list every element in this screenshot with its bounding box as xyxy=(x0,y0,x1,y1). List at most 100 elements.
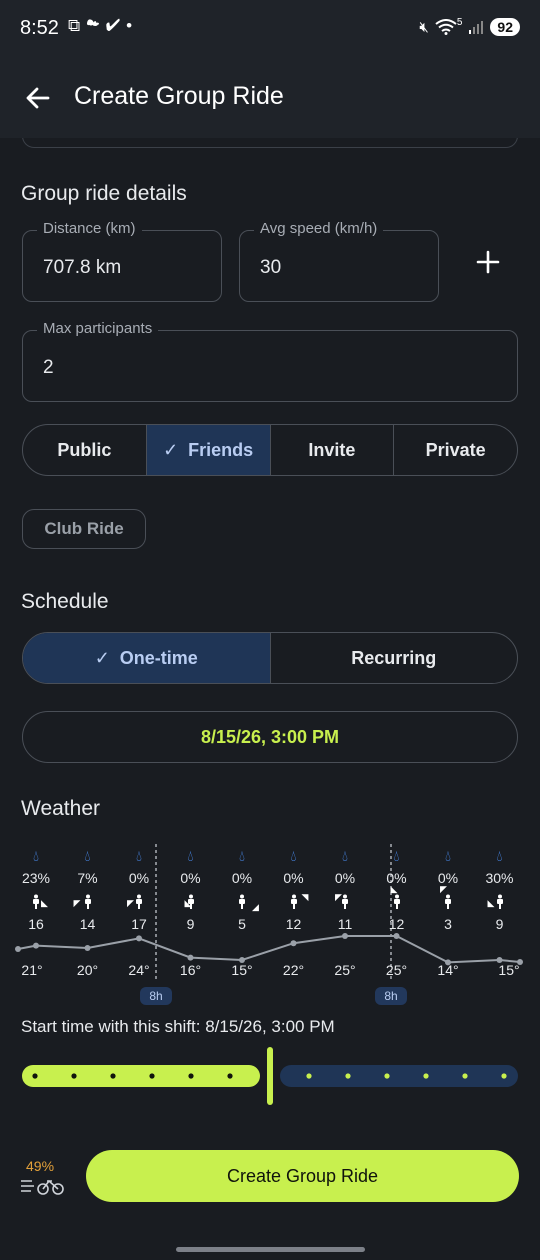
status-left-icons: ⧉☁✔• xyxy=(68,16,138,36)
shift-text: Start time with this shift: 8/15/26, 3:0… xyxy=(21,1017,335,1036)
rain-drop-icon: 💧︎ xyxy=(84,848,91,865)
precip-value: 0% xyxy=(180,870,201,886)
visibility-invite-option[interactable]: Invite xyxy=(271,425,395,475)
wind-direction-icon: ◣ xyxy=(41,898,48,908)
avg-speed-label: Avg speed (km/h) xyxy=(254,220,384,237)
weather-hour-column: 💧︎ 7% ◤ 14 xyxy=(63,848,113,932)
cyclist-icon: ◤ xyxy=(423,884,473,912)
avg-speed-value: 30 xyxy=(260,257,282,278)
weather-section-title: Weather xyxy=(21,797,100,820)
temperature-value: 24° xyxy=(128,962,150,978)
schedule-recurring-option[interactable]: Recurring xyxy=(271,633,518,683)
wind-speed-value: 9 xyxy=(186,916,195,932)
bottom-bar: 49% Create Group Ride xyxy=(0,1140,540,1220)
mute-icon: 🔇︎ xyxy=(419,18,429,36)
datetime-picker-button[interactable]: 8/15/26, 3:00 PM xyxy=(22,711,518,763)
back-arrow-icon[interactable] xyxy=(20,80,56,116)
slider-tick xyxy=(345,1073,351,1079)
weather-strip[interactable]: 💧︎ 23% ◣ 16 21° 💧︎ 7% ◤ 14 20° 💧︎ 0% ◤ 17 24° 💧︎ 0% ◣ 9 16°… xyxy=(0,840,540,1010)
temperature-value: 20° xyxy=(76,962,99,978)
precip-value: 0% xyxy=(128,870,150,886)
slider-tick xyxy=(110,1073,116,1079)
temperature-value: 15° xyxy=(231,962,253,978)
temperature-point xyxy=(136,935,142,942)
wind-direction-icon: ◣ xyxy=(390,884,398,894)
slider-active-track xyxy=(22,1065,260,1087)
rain-drop-icon: 💧︎ xyxy=(290,848,297,865)
slider-tick xyxy=(32,1073,38,1079)
wind-direction-icon: ◤ xyxy=(440,884,447,894)
check-icon: ✓ xyxy=(94,647,110,668)
precip-value: 23% xyxy=(21,870,51,886)
wifi-band-label: 5 xyxy=(456,16,463,28)
slider-tick xyxy=(306,1073,312,1079)
create-group-ride-button[interactable]: Create Group Ride xyxy=(86,1150,519,1202)
wind-speed-value: 12 xyxy=(285,916,302,932)
signal-icon xyxy=(469,21,484,34)
slider-tick xyxy=(227,1073,233,1079)
weather-hour-column: 💧︎ 0% ◤ 11 xyxy=(320,848,370,932)
weather-hour-column: 💧︎ 0% ◣ 9 xyxy=(166,848,216,932)
cyclist-icon: ◣ xyxy=(372,884,422,912)
precip-value: 0% xyxy=(231,870,253,886)
rain-drop-icon: 💧︎ xyxy=(444,848,451,865)
dot-icon: • xyxy=(126,16,139,35)
slider-thumb xyxy=(267,1047,273,1105)
temperature-point xyxy=(290,940,297,947)
cyclist-icon: ◣ xyxy=(475,894,525,912)
temperature-line xyxy=(17,935,521,964)
private-label: Private xyxy=(425,439,486,460)
friends-label: Friends xyxy=(188,439,254,460)
distance-field[interactable]: Distance (km) 707.8 km xyxy=(22,220,222,302)
bike-wind-icon xyxy=(21,1179,64,1195)
avg-speed-field[interactable]: Avg speed (km/h) 30 xyxy=(239,220,439,302)
slider-tick xyxy=(188,1073,194,1079)
battery-badge: 92 xyxy=(490,18,520,36)
wind-direction-icon: ◥ xyxy=(301,892,309,902)
temperature-value: 16° xyxy=(179,962,202,978)
wind-speed-value: 14 xyxy=(79,916,96,932)
cyclist-icon: ◣ xyxy=(11,894,61,912)
precip-value: 0% xyxy=(334,870,356,886)
add-icon[interactable] xyxy=(472,246,504,278)
max-participants-field[interactable]: Max participants 2 xyxy=(22,320,518,402)
home-indicator[interactable] xyxy=(176,1247,365,1252)
recurring-label: Recurring xyxy=(351,647,437,668)
check-icon: ✔ xyxy=(105,16,127,35)
wind-speed-value: 12 xyxy=(388,916,405,932)
cloud-icon: ☁ xyxy=(86,16,106,35)
rain-drop-icon: 💧︎ xyxy=(341,848,348,865)
temperature-point xyxy=(15,946,21,952)
wind-speed-value: 16 xyxy=(28,916,44,932)
schedule-section-title: Schedule xyxy=(21,590,109,613)
club-ride-label: Club Ride xyxy=(44,519,124,538)
precip-value: 7% xyxy=(77,870,98,886)
wind-direction-icon: ◤ xyxy=(335,892,342,902)
wind-speed-value: 11 xyxy=(337,916,353,932)
wind-direction-icon: ◤ xyxy=(73,898,81,908)
cyclist-icon: ◢ xyxy=(217,894,267,912)
weather-hour-column: 💧︎ 0% ◣ 12 xyxy=(372,848,422,932)
weather-hour-column: 💧︎ 0% ◤ 17 xyxy=(114,848,164,932)
visibility-private-option[interactable]: Private xyxy=(394,425,517,475)
schedule-one-time-option[interactable]: ✓ One-time xyxy=(23,633,271,683)
rain-drop-icon: 💧︎ xyxy=(135,848,142,865)
temperature-point xyxy=(84,945,91,951)
temperature-value: 25° xyxy=(334,962,356,978)
wind-direction-icon: ◢ xyxy=(252,902,259,912)
visibility-public-option[interactable]: Public xyxy=(23,425,147,475)
max-participants-value: 2 xyxy=(43,357,54,378)
club-ride-chip[interactable]: Club Ride xyxy=(22,509,146,549)
bike-battery-percent: 49% xyxy=(26,1158,55,1174)
visibility-segmented-control: Public ✓ Friends Invite Private xyxy=(22,424,518,476)
cyclist-icon: ◥ xyxy=(269,892,319,912)
wind-direction-icon: ◤ xyxy=(127,898,134,908)
slider-inactive-track xyxy=(280,1065,518,1087)
public-label: Public xyxy=(57,439,112,460)
time-shift-slider[interactable] xyxy=(0,1045,540,1109)
wind-speed-value: 9 xyxy=(495,916,504,932)
datetime-value: 8/15/26, 3:00 PM xyxy=(200,726,340,747)
rain-drop-icon: 💧︎ xyxy=(238,848,245,865)
one-time-label: One-time xyxy=(119,647,198,668)
visibility-friends-option[interactable]: ✓ Friends xyxy=(146,425,271,475)
